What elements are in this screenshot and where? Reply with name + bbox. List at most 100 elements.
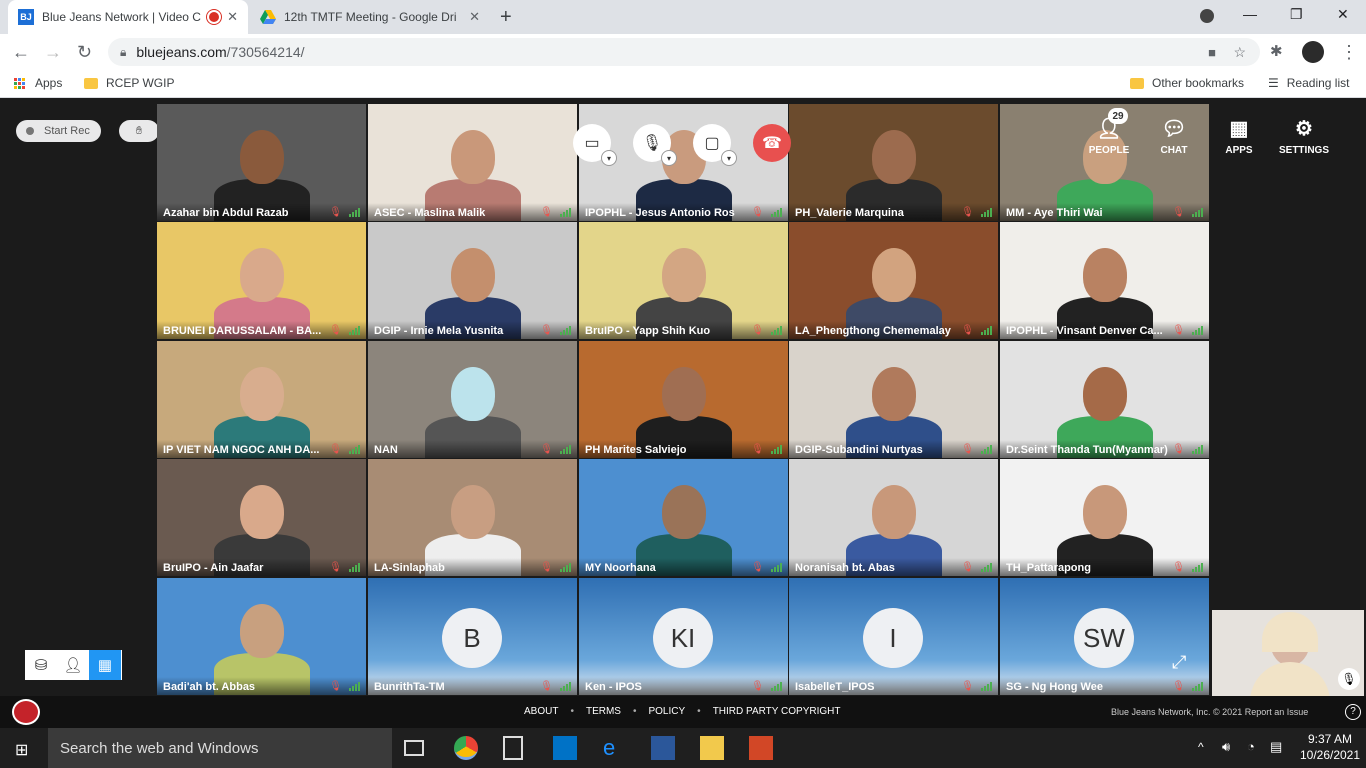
participant-video [1082,485,1127,539]
participant-tile[interactable]: TH_Pattarapong 🎙︎ [1000,459,1209,576]
restore-icon[interactable]: ❐ [1290,6,1303,23]
leave-call-button[interactable]: ☎︎ [753,124,791,162]
camera-icon[interactable]: ■ [1208,45,1216,60]
participant-tile[interactable]: IP VIET NAM NGOC ANH DA... 🎙︎ [157,341,366,458]
participant-tile[interactable]: DGIP - Irnie Mela Yusnita 🎙︎ [368,222,577,339]
windows-start-icon[interactable]: ⊞ [15,740,28,760]
footer-link-terms[interactable]: TERMS [586,706,621,717]
new-tab-button[interactable]: + [500,6,512,29]
participant-tile[interactable]: BruIPO - Ain Jaafar 🎙︎ [157,459,366,576]
participant-tile[interactable]: LA_Phengthong Chememalay 🎙︎ [789,222,998,339]
signal-strength-icon [1192,208,1203,217]
microphone-icon[interactable]: 🎙︎ [1338,668,1360,690]
bookmark-label: Reading list [1286,76,1350,90]
bookmarks-bar: Apps RCEP WGIP Other bookmarks ☰ Reading… [0,70,1366,98]
apps-label: APPS [1225,145,1253,156]
raise-hand-button[interactable]: ✋︎ [119,120,159,142]
video-toggle-button[interactable]: ▭ ▾ [573,124,617,166]
taskbar-clock[interactable]: 9:37 AM 10/26/2021 [1294,731,1366,763]
chevron-down-icon[interactable]: ▾ [601,150,617,166]
chrome-icon[interactable] [454,736,478,760]
asean-logo-icon [12,699,40,725]
layout-gallery-icon[interactable]: ▦ [89,650,121,680]
word-icon[interactable] [651,736,675,760]
layout-speaker-icon[interactable]: 👤︎ [57,650,89,680]
profile-avatar[interactable] [1302,41,1324,63]
store-icon[interactable] [503,736,523,760]
participant-tile[interactable]: PH_Valerie Marquina 🎙︎ [789,104,998,221]
chat-button[interactable]: 💬︎ CHAT [1139,116,1209,156]
signal-strength-icon [981,326,992,335]
participant-video [239,485,284,539]
footer-link-policy[interactable]: POLICY [648,706,685,717]
file-explorer-icon[interactable] [700,736,724,760]
participant-tile[interactable]: KI Ken - IPOS 🎙︎ [579,578,788,695]
bookmark-rcep[interactable]: RCEP WGIP [84,76,174,90]
footer-link-copyright[interactable]: THIRD PARTY COPYRIGHT [713,706,841,717]
taskbar-search-box[interactable]: Search the web and Windows [48,728,392,768]
screen-share-button[interactable]: ▢ ▾ [693,124,737,166]
signal-strength-icon [560,682,571,691]
clock-date: 10/26/2021 [1299,748,1361,762]
tab-bluejeans[interactable]: BJ Blue Jeans Network | Video C ✕ [8,0,248,34]
muted-microphone-icon: 🎙︎ [1172,681,1185,692]
close-icon[interactable]: ✕ [227,9,238,25]
close-window-icon[interactable]: ✕ [1337,6,1349,23]
minimize-icon[interactable]: — [1243,6,1257,22]
participant-tile[interactable]: DGIP-Subandini Nurtyas 🎙︎ [789,341,998,458]
participant-video [450,367,495,421]
apps-button[interactable]: ▦ APPS [1204,116,1274,156]
reload-icon[interactable]: ↻ [77,42,92,63]
chevron-down-icon[interactable]: ▾ [721,150,737,166]
layout-presenter-icon[interactable]: ⛁ [25,650,57,680]
bookmark-reading-list[interactable]: ☰ Reading list [1268,76,1349,90]
mute-toggle-button[interactable]: 🎙︎ ▾ [633,124,677,166]
participant-tile[interactable]: PH Marites Salviejo 🎙︎ [579,341,788,458]
signal-strength-icon [560,445,571,454]
participant-tile[interactable]: MY Noorhana 🎙︎ [579,459,788,576]
participant-video [239,604,284,658]
notifications-icon[interactable]: ▤ [1270,739,1282,755]
address-bar[interactable]: 🔒︎ bluejeans.com/730564214/ ■ ☆ [108,38,1260,66]
participant-tile[interactable]: Dr.Seint Thanda Tun(Myanmar) 🎙︎ [1000,341,1209,458]
participant-video [871,248,916,302]
close-icon[interactable]: ✕ [469,9,480,25]
participant-tile[interactable]: ASEC - Maslina Malik 🎙︎ [368,104,577,221]
forward-icon[interactable]: → [44,42,62,63]
participant-tile[interactable]: Azahar bin Abdul Razab 🎙︎ [157,104,366,221]
menu-icon[interactable]: ⋮ [1340,42,1358,63]
footer-link-about[interactable]: ABOUT [524,706,558,717]
participant-tile[interactable]: IPOPHL - Vinsant Denver Ca... 🎙︎ [1000,222,1209,339]
tab-search-icon[interactable] [1200,9,1214,23]
wifi-icon[interactable]: ◔ [1247,739,1255,754]
participant-tile[interactable]: B BunrithTa-TM 🎙︎ [368,578,577,695]
signal-strength-icon [349,326,360,335]
help-icon[interactable]: ? [1345,704,1361,720]
bookmark-other[interactable]: Other bookmarks [1130,76,1244,90]
participant-tile[interactable]: LA-Sinlaphab 🎙︎ [368,459,577,576]
participant-tile[interactable]: Badi'ah bt. Abbas 🎙︎ [157,578,366,695]
chevron-down-icon[interactable]: ▾ [661,150,677,166]
star-icon[interactable]: ☆ [1233,44,1246,61]
back-icon[interactable]: ← [12,42,30,63]
chevron-up-icon[interactable]: ^ [1198,740,1204,754]
bookmark-apps[interactable]: Apps [14,76,62,90]
settings-button[interactable]: ⚙︎ SETTINGS [1269,116,1339,156]
start-recording-button[interactable]: Start Rec [16,120,101,142]
muted-microphone-icon: 🎙︎ [961,681,974,692]
participant-tile[interactable]: Noranisah bt. Abas 🎙︎ [789,459,998,576]
participant-tile[interactable]: SW SG - Ng Hong Wee 🎙︎ [1000,578,1209,695]
volume-icon[interactable]: 🔊︎ [1222,739,1230,755]
extensions-icon[interactable]: ✱ [1270,42,1283,60]
expand-icon[interactable]: ⤢ [1172,652,1186,673]
task-view-icon[interactable] [404,740,424,756]
participant-tile[interactable]: NAN 🎙︎ [368,341,577,458]
participant-tile[interactable]: BruIPO - Yapp Shih Kuo 🎙︎ [579,222,788,339]
edge-icon[interactable]: e [603,736,627,760]
people-button[interactable]: 👤︎ PEOPLE [1074,116,1144,156]
outlook-icon[interactable] [553,736,577,760]
tab-google-drive[interactable]: 12th TMTF Meeting - Google Dri ✕ [250,0,490,34]
participant-tile[interactable]: BRUNEI DARUSSALAM - BA... 🎙︎ [157,222,366,339]
powerpoint-icon[interactable] [749,736,773,760]
participant-tile[interactable]: I IsabelleT_IPOS 🎙︎ [789,578,998,695]
